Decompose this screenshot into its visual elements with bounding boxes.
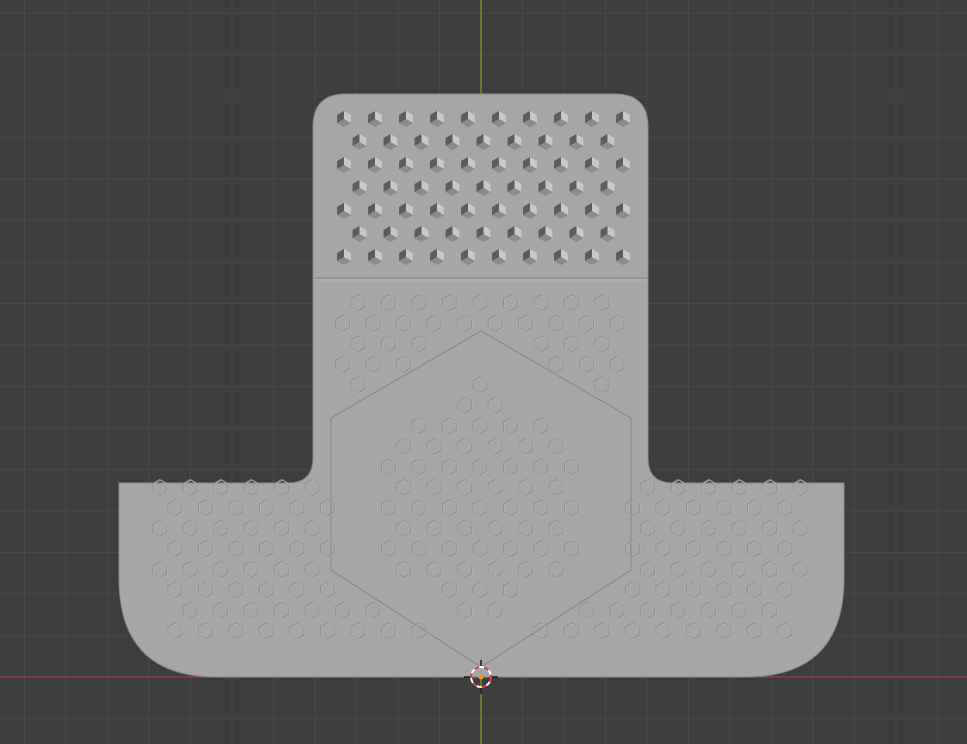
- mesh-object[interactable]: [118, 93, 845, 678]
- 3d-viewport[interactable]: [0, 0, 967, 744]
